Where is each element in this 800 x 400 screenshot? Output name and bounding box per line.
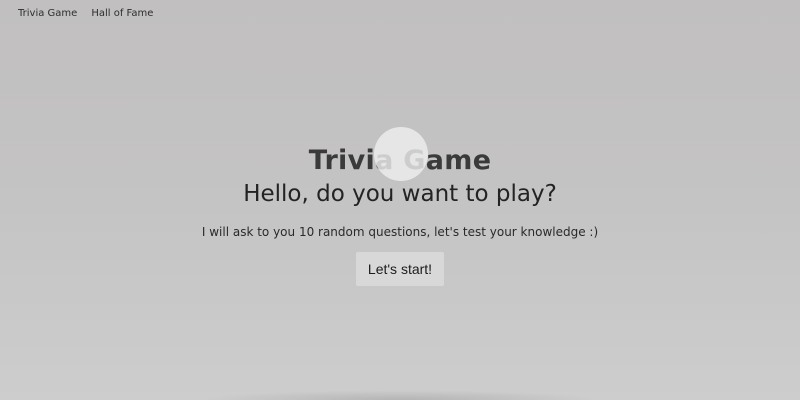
bottom-shadow [200, 390, 600, 400]
nav-link-trivia-game[interactable]: Trivia Game [18, 8, 77, 19]
hero-section: Trivia Game Hello, do you want to play? … [0, 144, 800, 286]
intro-text: I will ask to you 10 random questions, l… [201, 225, 599, 239]
page-title: Trivia Game [308, 145, 492, 176]
top-nav: Trivia Game Hall of Fame [18, 8, 153, 19]
nav-link-hall-of-fame[interactable]: Hall of Fame [91, 8, 153, 19]
start-button[interactable]: Let's start! [356, 252, 444, 286]
greeting-heading: Hello, do you want to play? [243, 181, 557, 207]
